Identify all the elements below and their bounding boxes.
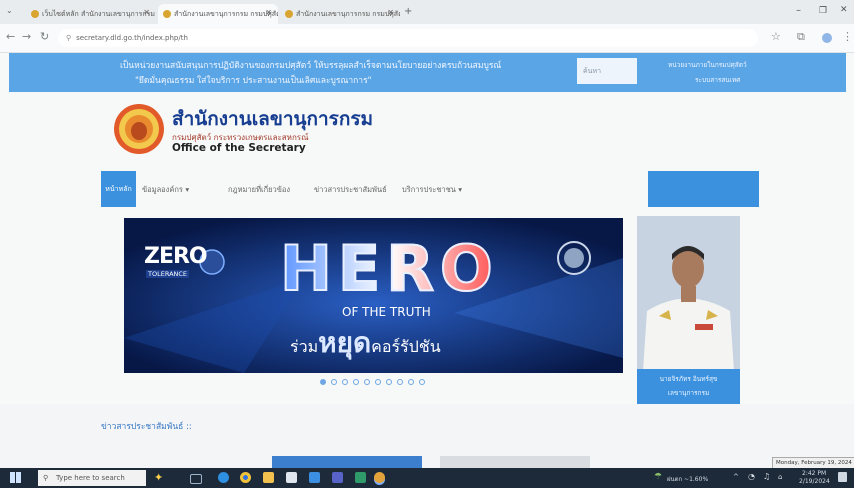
reload-icon[interactable]: ↻ bbox=[40, 30, 49, 43]
network-icon[interactable]: ◔ bbox=[748, 472, 755, 481]
menu-item-laws[interactable]: กฎหมายที่เกี่ยวข้อง bbox=[228, 184, 290, 196]
profile-avatar-icon[interactable] bbox=[822, 33, 832, 43]
chevron-down-icon: ▾ bbox=[458, 185, 463, 194]
site-favicon-icon bbox=[285, 10, 293, 18]
secretary-name: นายจิรภัทร อินทร์สุข bbox=[659, 375, 718, 383]
file-explorer-icon[interactable] bbox=[263, 472, 274, 483]
site-favicon-icon bbox=[31, 10, 39, 18]
site-favicon-icon bbox=[163, 10, 171, 18]
chevron-down-icon: ▾ bbox=[185, 185, 190, 194]
slide-dot[interactable] bbox=[353, 379, 359, 385]
news-section bbox=[0, 404, 854, 468]
restore-window-icon[interactable]: ❐ bbox=[819, 6, 827, 16]
close-window-icon[interactable]: ✕ bbox=[840, 5, 848, 15]
slide-indicators bbox=[320, 379, 430, 387]
slide-dot[interactable] bbox=[397, 379, 403, 385]
news-heading: ข่าวสารประชาสัมพันธ์ :: bbox=[101, 422, 192, 432]
close-tab-icon[interactable]: ✕ bbox=[143, 8, 150, 17]
weather-icon: ☂ bbox=[654, 472, 663, 482]
minimize-window-icon[interactable]: – bbox=[796, 5, 801, 16]
browser-tab[interactable]: สำนักงานเลขานุการกรม กรมปศุสัตว์ ✕ bbox=[280, 4, 400, 24]
banner-link-internal-units[interactable]: หน่วยงานภายในกรมปศุสัตว์ bbox=[668, 60, 747, 70]
menu-home-button[interactable]: หน้าหลัก bbox=[101, 171, 136, 207]
menu-item-news[interactable]: ข่าวสารประชาสัมพันธ์ bbox=[314, 184, 387, 196]
hero-slideshow[interactable]: ZERO TOLERANCE HERO OF THE TRUTH ร่วมหยุ… bbox=[124, 218, 623, 373]
menu-item-organization[interactable]: ข้อมูลองค์กร ▾ bbox=[142, 184, 189, 196]
tab-search-icon[interactable]: ⌄ bbox=[6, 6, 13, 15]
banner-mission-text: เป็นหน่วยงานสนับสนุนการปฏิบัติงานของกรมป… bbox=[120, 61, 502, 71]
copilot-icon[interactable]: ✦ bbox=[154, 471, 163, 484]
clock-time[interactable]: 2:42 PM bbox=[802, 470, 826, 477]
secretary-photo bbox=[637, 216, 740, 371]
browser-tab-active[interactable]: สำนักงานเลขานุการกรม กรมปศุสัตว์ ✕ bbox=[158, 4, 278, 24]
tray-chevron-icon[interactable]: ^ bbox=[733, 473, 739, 481]
extensions-icon[interactable]: ⧉ bbox=[797, 30, 805, 44]
weather-widget[interactable]: ฝนตก ~1.60% bbox=[667, 474, 708, 484]
slide-dot[interactable] bbox=[320, 379, 326, 385]
news-card-thumbnail[interactable] bbox=[440, 456, 590, 468]
taskbar-search-placeholder: Type here to search bbox=[56, 474, 125, 482]
secretary-position: เลขานุการกรม bbox=[667, 389, 710, 397]
menu-side-block bbox=[648, 171, 759, 207]
site-info-icon[interactable]: ⚲ bbox=[66, 34, 71, 42]
slide-dot[interactable] bbox=[331, 379, 337, 385]
bookmark-star-icon[interactable]: ☆ bbox=[771, 30, 781, 43]
new-tab-icon[interactable]: + bbox=[404, 6, 412, 17]
photos-icon[interactable] bbox=[355, 472, 366, 483]
banner-motto-text: "ยึดมั่นคุณธรรม ใส่ใจบริการ ประสานงานเป็… bbox=[135, 76, 372, 86]
banner-link-info-systems[interactable]: ระบบสารสนเทศ bbox=[695, 75, 740, 85]
slide-dot[interactable] bbox=[364, 379, 370, 385]
slide-dot[interactable] bbox=[375, 379, 381, 385]
news-card-thumbnail[interactable] bbox=[272, 456, 422, 468]
address-bar[interactable]: ⚲ secretary.dld.go.th/index.php/th bbox=[58, 29, 758, 47]
edge-browser-icon[interactable] bbox=[218, 472, 229, 483]
teams-icon[interactable] bbox=[332, 472, 343, 483]
notification-icon[interactable] bbox=[838, 472, 847, 482]
browser-tab[interactable]: เว็บไซต์หลัก สำนักงานเลขานุการกรม ✕ bbox=[26, 4, 156, 24]
hero-zero-text: ZERO bbox=[144, 244, 208, 269]
tab-title: สำนักงานเลขานุการกรม กรมปศุสัตว์ bbox=[174, 9, 278, 18]
slide-dot[interactable] bbox=[342, 379, 348, 385]
address-url: secretary.dld.go.th/index.php/th bbox=[76, 34, 188, 42]
hero-title-text: HERO bbox=[279, 231, 499, 306]
secretary-caption: นายจิรภัทร อินทร์สุข เลขานุการกรม bbox=[637, 369, 740, 404]
hero-tolerance-text: TOLERANCE bbox=[146, 270, 190, 278]
site-title-en: Office of the Secretary bbox=[172, 142, 306, 154]
slide-dot[interactable] bbox=[419, 379, 425, 385]
back-icon[interactable]: ← bbox=[6, 30, 15, 43]
site-title-th: สำนักงานเลขานุการกรม bbox=[172, 108, 374, 130]
slide-dot[interactable] bbox=[408, 379, 414, 385]
tab-title: เว็บไซต์หลัก สำนักงานเลขานุการกรม bbox=[42, 9, 156, 18]
department-logo[interactable] bbox=[113, 103, 165, 155]
forward-icon[interactable]: → bbox=[22, 30, 31, 43]
hero-subtitle-text: OF THE TRUTH bbox=[342, 305, 431, 319]
mail-icon[interactable] bbox=[309, 472, 320, 483]
banner-search-input[interactable]: ค้นหา bbox=[577, 58, 637, 84]
active-browser-icon[interactable] bbox=[374, 472, 385, 483]
clock-date[interactable]: 2/19/2024 bbox=[799, 478, 830, 485]
language-icon[interactable]: ⌂ bbox=[778, 473, 782, 481]
chrome-browser-icon[interactable] bbox=[240, 472, 251, 483]
volume-icon[interactable]: ♫ bbox=[763, 472, 770, 481]
taskbar-search-box[interactable]: ⚲ Type here to search bbox=[38, 470, 146, 486]
close-tab-icon[interactable]: ✕ bbox=[387, 8, 394, 17]
search-icon: ⚲ bbox=[43, 474, 49, 482]
browser-menu-icon[interactable]: ⋮ bbox=[842, 30, 853, 43]
windows-start-icon[interactable] bbox=[10, 472, 21, 483]
hero-slogan: ร่วมหยุดคอร์รัปชัน bbox=[290, 326, 441, 359]
menu-item-services[interactable]: บริการประชาชน ▾ bbox=[402, 184, 462, 196]
close-tab-icon[interactable]: ✕ bbox=[265, 8, 272, 17]
store-icon[interactable] bbox=[286, 472, 297, 483]
task-view-icon[interactable] bbox=[190, 474, 202, 484]
tab-title: สำนักงานเลขานุการกรม กรมปศุสัตว์ bbox=[296, 9, 400, 18]
slide-dot[interactable] bbox=[386, 379, 392, 385]
